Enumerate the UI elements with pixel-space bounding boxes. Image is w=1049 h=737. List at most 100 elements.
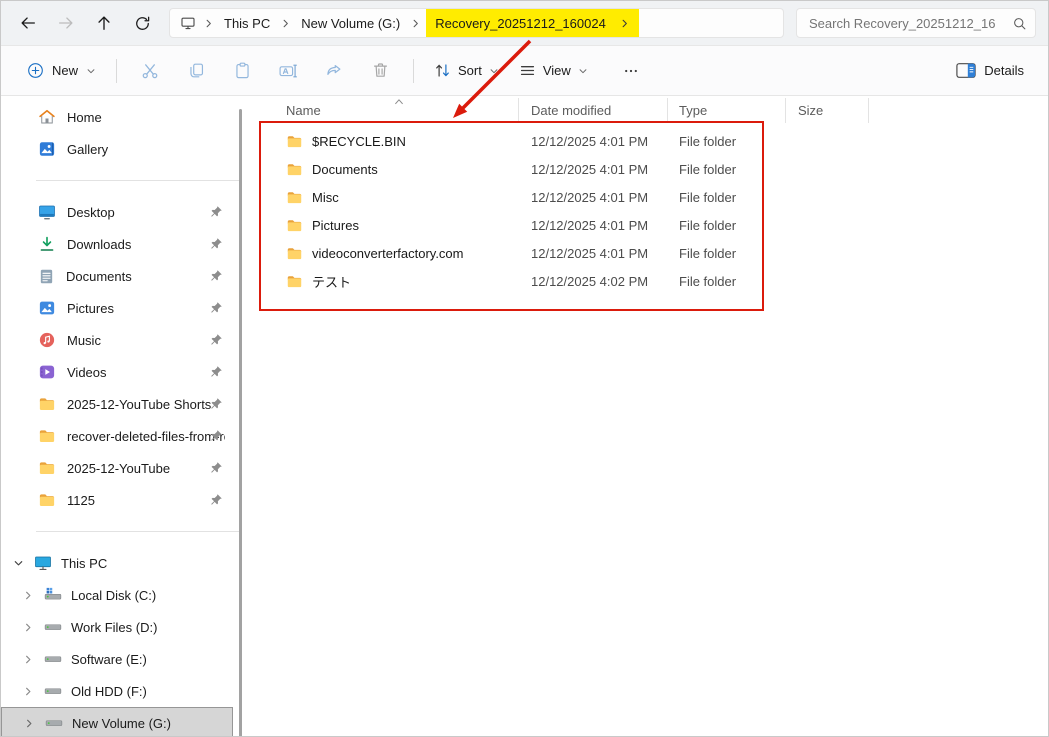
column-header-date-modified[interactable]: Date modified <box>519 98 668 123</box>
sidebar-item-old-hdd-f[interactable]: Old HDD (F:) <box>1 675 233 707</box>
up-icon <box>95 14 113 32</box>
cut-button[interactable] <box>127 53 173 89</box>
chevron-down-icon <box>578 66 588 76</box>
more-options-button[interactable] <box>608 53 654 89</box>
sidebar-item-1125-folder[interactable]: 1125 <box>1 484 233 516</box>
search-box[interactable] <box>796 8 1036 38</box>
sidebar-item-label: Local Disk (C:) <box>71 588 156 603</box>
sidebar-item-downloads[interactable]: Downloads <box>1 228 233 260</box>
sidebar-item-home[interactable]: Home <box>1 101 233 133</box>
sidebar-scrollbar[interactable] <box>239 109 242 737</box>
copy-button[interactable] <box>173 53 219 89</box>
file-row[interactable]: Pictures 12/12/2025 4:01 PM File folder <box>259 211 1048 239</box>
pin-icon <box>210 461 223 474</box>
sidebar-item-gallery[interactable]: Gallery <box>1 133 233 165</box>
sidebar-item-youtube-folder[interactable]: 2025-12-YouTube <box>1 452 233 484</box>
breadcrumb-highlight-annotation: Recovery_20251212_160024 <box>426 8 639 38</box>
sidebar-item-label: Documents <box>66 269 132 284</box>
sidebar-divider <box>36 531 239 532</box>
sidebar-item-label: Work Files (D:) <box>71 620 157 635</box>
details-button[interactable]: Details <box>948 56 1032 85</box>
cut-icon <box>140 61 160 81</box>
delete-button[interactable] <box>357 53 403 89</box>
chevron-down-icon <box>489 66 499 76</box>
chevron-collapsed-icon[interactable] <box>21 654 35 665</box>
chevron-collapsed-icon[interactable] <box>21 622 35 633</box>
view-button[interactable]: View <box>509 56 598 85</box>
rename-button[interactable] <box>265 53 311 89</box>
sidebar-item-label: Videos <box>67 365 107 380</box>
sidebar-item-work-files-d[interactable]: Work Files (D:) <box>1 611 233 643</box>
chevron-expanded-icon[interactable] <box>11 558 25 569</box>
new-button-label: New <box>52 63 78 78</box>
sidebar-item-label: Software (E:) <box>71 652 147 667</box>
new-button[interactable]: New <box>17 56 106 85</box>
address-bar[interactable]: This PC New Volume (G:) Recovery_2025121… <box>169 8 784 38</box>
sidebar-item-documents[interactable]: Documents <box>1 260 233 292</box>
chevron-collapsed-icon[interactable] <box>21 590 35 601</box>
forward-button[interactable] <box>47 6 85 40</box>
sidebar-item-label: Downloads <box>67 237 131 252</box>
sidebar-item-label: 2025-12-YouTube Shorts <box>67 397 211 412</box>
file-row[interactable]: Documents 12/12/2025 4:01 PM File folder <box>259 155 1048 183</box>
column-header-label: Type <box>679 103 707 118</box>
up-button[interactable] <box>85 6 123 40</box>
folder-icon <box>38 427 56 445</box>
file-row[interactable]: Misc 12/12/2025 4:01 PM File folder <box>259 183 1048 211</box>
column-header-label: Name <box>286 103 321 118</box>
sidebar-item-label: New Volume (G:) <box>72 716 171 731</box>
file-row[interactable]: videoconverterfactory.com 12/12/2025 4:0… <box>259 239 1048 267</box>
chevron-right-icon <box>200 18 217 29</box>
file-list: $RECYCLE.BIN 12/12/2025 4:01 PM File fol… <box>259 127 1048 295</box>
sidebar-item-new-volume-g[interactable]: New Volume (G:) <box>1 707 233 737</box>
pin-icon <box>210 269 223 282</box>
file-pane: Name Date modified Type Size <box>247 96 1048 737</box>
column-header-size[interactable]: Size <box>786 98 869 123</box>
pin-icon <box>210 237 223 250</box>
file-row[interactable]: テスト 12/12/2025 4:02 PM File folder <box>259 267 1048 295</box>
chevron-right-icon <box>407 18 424 29</box>
file-row[interactable]: $RECYCLE.BIN 12/12/2025 4:01 PM File fol… <box>259 127 1048 155</box>
paste-button[interactable] <box>219 53 265 89</box>
sidebar-item-videos[interactable]: Videos <box>1 356 233 388</box>
sort-button[interactable]: Sort <box>424 56 509 85</box>
folder-icon <box>286 245 303 262</box>
file-name: Misc <box>312 190 339 205</box>
sidebar-item-label: Music <box>67 333 101 348</box>
refresh-button[interactable] <box>123 6 161 40</box>
paste-icon <box>233 61 252 80</box>
folder-icon <box>38 491 56 509</box>
breadcrumb-this-pc[interactable]: This PC <box>217 16 277 31</box>
sidebar-item-pictures[interactable]: Pictures <box>1 292 233 324</box>
documents-icon <box>38 268 55 285</box>
pin-icon <box>210 333 223 346</box>
sidebar-item-desktop[interactable]: Desktop <box>1 196 233 228</box>
chevron-collapsed-icon[interactable] <box>22 718 36 729</box>
sidebar-item-this-pc[interactable]: This PC <box>1 547 233 579</box>
navigation-pane: Home Gallery Desktop <box>1 96 247 737</box>
delete-icon <box>371 61 390 80</box>
sidebar-item-software-e[interactable]: Software (E:) <box>1 643 233 675</box>
chevron-collapsed-icon[interactable] <box>21 686 35 697</box>
os-drive-icon <box>44 586 62 604</box>
sidebar-item-label: Gallery <box>67 142 108 157</box>
more-icon <box>623 63 639 79</box>
search-input[interactable] <box>809 16 1012 31</box>
details-button-label: Details <box>984 63 1024 78</box>
sidebar-item-label: recover-deleted-files-from-rec <box>67 429 225 444</box>
sidebar-item-youtube-shorts-folder[interactable]: 2025-12-YouTube Shorts <box>1 388 233 420</box>
sidebar-item-recover-deleted-folder[interactable]: recover-deleted-files-from-rec <box>1 420 233 452</box>
sidebar-item-label: Pictures <box>67 301 114 316</box>
column-header-type[interactable]: Type <box>668 98 786 123</box>
refresh-icon <box>134 15 151 32</box>
folder-icon <box>286 217 303 234</box>
sidebar-item-music[interactable]: Music <box>1 324 233 356</box>
sidebar-item-label: Home <box>67 110 102 125</box>
back-button[interactable] <box>9 6 47 40</box>
pin-icon <box>210 493 223 506</box>
share-button[interactable] <box>311 53 357 89</box>
column-header-name[interactable]: Name <box>259 98 519 123</box>
sidebar-item-local-disk-c[interactable]: Local Disk (C:) <box>1 579 233 611</box>
breadcrumb-recovery-folder[interactable]: Recovery_20251212_160024 <box>435 16 616 31</box>
breadcrumb-new-volume[interactable]: New Volume (G:) <box>294 16 407 31</box>
